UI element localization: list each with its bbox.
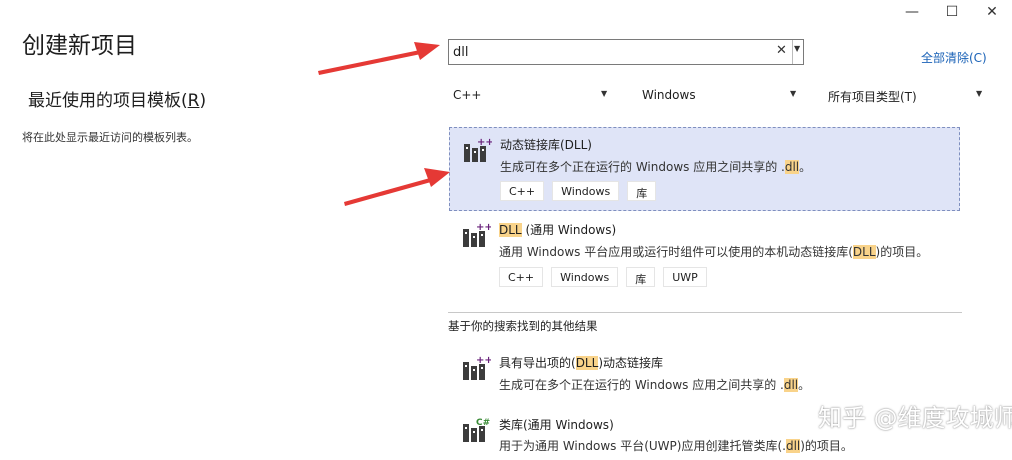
clear-all-link[interactable]: 全部清除(C): [921, 49, 987, 66]
tag-windows: Windows: [552, 181, 620, 201]
recent-templates-empty-text: 将在此处显示最近访问的模板列表。: [22, 131, 198, 144]
template-tags: C++ Windows 库 UWP: [499, 267, 707, 287]
template-title: DLL (通用 Windows): [499, 223, 617, 237]
platform-filter-value: Windows: [642, 88, 696, 102]
template-item-dll-uwp[interactable]: ++ DLL (通用 Windows) 通用 Windows 平台应用或运行时组…: [449, 213, 960, 299]
tag-cpp: C++: [500, 181, 545, 201]
csharp-library-icon: C#: [461, 416, 491, 446]
chevron-down-icon: ▼: [790, 89, 797, 98]
chevron-down-icon: ▼: [976, 89, 983, 98]
template-title: 动态链接库(DLL): [500, 138, 592, 152]
cpp-library-icon: ++: [462, 136, 494, 166]
template-title: 类库(通用 Windows): [499, 418, 614, 432]
minimize-button[interactable]: —: [894, 0, 930, 24]
template-title: 具有导出项的(DLL)动态链接库: [499, 356, 663, 370]
project-type-filter-value: 所有项目类型(T): [828, 90, 917, 104]
cpp-library-icon: ++: [461, 221, 493, 251]
tag-cpp: C++: [499, 267, 544, 287]
maximize-button[interactable]: ☐: [934, 0, 970, 24]
tag-windows: Windows: [551, 267, 619, 287]
template-description: 用于为通用 Windows 平台(UWP)应用创建托管类库(.dll)的项目。: [499, 439, 853, 453]
watermark: 知乎 @维度攻城师: [818, 404, 1012, 432]
svg-text:++: ++: [477, 137, 492, 148]
svg-text:C#: C#: [476, 418, 490, 428]
close-button[interactable]: ✕: [974, 0, 1010, 24]
arrow-to-dll-template: [344, 168, 450, 206]
page-title: 创建新项目: [22, 33, 137, 59]
cpp-library-icon: ++: [461, 354, 493, 384]
section-divider: [448, 312, 962, 313]
svg-text:++: ++: [476, 355, 491, 366]
clear-search-icon[interactable]: ✕: [776, 43, 787, 58]
search-divider: [792, 40, 793, 64]
template-search-input[interactable]: [453, 43, 773, 61]
tag-library: 库: [626, 267, 656, 287]
template-description: 通用 Windows 平台应用或运行时组件可以使用的本机动态链接库(DLL)的项…: [499, 245, 929, 259]
platform-filter[interactable]: Windows ▼: [642, 88, 802, 106]
tag-uwp: UWP: [663, 267, 707, 287]
arrow-to-search: [318, 42, 440, 75]
recent-templates-heading: 最近使用的项目模板(R): [28, 91, 207, 111]
template-tags: C++ Windows 库: [500, 181, 657, 201]
language-filter[interactable]: C++ ▼: [453, 88, 613, 106]
search-history-dropdown-icon[interactable]: ▼: [794, 44, 800, 53]
template-description: 生成可在多个正在运行的 Windows 应用之间共享的 .dll。: [499, 378, 811, 392]
template-item-dll-exports[interactable]: ++ 具有导出项的(DLL)动态链接库 生成可在多个正在运行的 Windows …: [449, 346, 960, 402]
chevron-down-icon: ▼: [601, 89, 608, 98]
template-description: 生成可在多个正在运行的 Windows 应用之间共享的 .dll。: [500, 160, 812, 174]
svg-text:++: ++: [476, 222, 491, 233]
project-type-filter[interactable]: 所有项目类型(T) ▼: [828, 88, 988, 106]
template-item-dll[interactable]: ++ 动态链接库(DLL) 生成可在多个正在运行的 Windows 应用之间共享…: [449, 127, 960, 211]
language-filter-value: C++: [453, 88, 482, 102]
template-search-box: ✕ ▼: [448, 39, 804, 65]
tag-library: 库: [627, 181, 657, 201]
other-results-heading: 基于你的搜索找到的其他结果: [448, 319, 598, 333]
